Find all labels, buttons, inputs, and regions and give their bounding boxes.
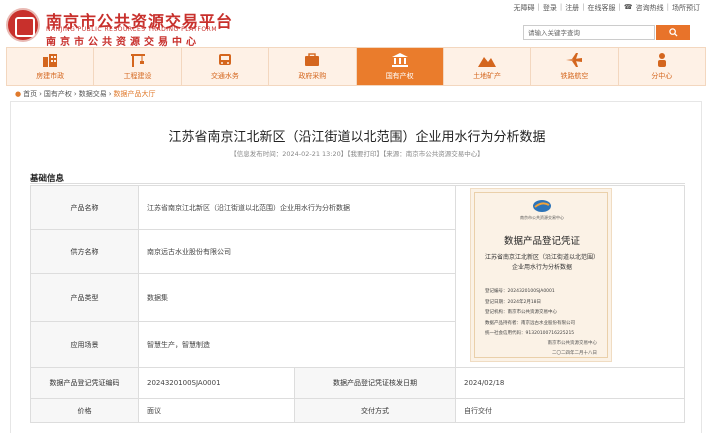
certificate-product-name: 江苏省南京江北新区（沿江街道以北范围）企业用水行为分析数据 bbox=[484, 254, 599, 271]
nav-item-state-property[interactable]: 国有产权 bbox=[356, 48, 444, 85]
construction-icon bbox=[129, 53, 147, 68]
person-icon bbox=[653, 53, 671, 68]
nav-label: 铁路航空 bbox=[560, 71, 589, 80]
certificate-logo-icon bbox=[533, 200, 551, 212]
nav-label: 工程建设 bbox=[123, 71, 152, 80]
nav-label: 交通水务 bbox=[210, 71, 239, 80]
value-scenario: 智慧生产，智慧制造 bbox=[138, 321, 456, 368]
label-supplier: 供方名称 bbox=[30, 229, 139, 274]
label-product-type: 产品类型 bbox=[30, 273, 139, 322]
certificate-line: 登记日期：2024年2月18日 bbox=[485, 299, 542, 305]
nav-item-housing[interactable]: 房建市政 bbox=[7, 48, 95, 85]
value-delivery: 自行交付 bbox=[455, 398, 685, 423]
label-reg-code: 数据产品登记凭证编码 bbox=[30, 367, 139, 399]
section-divider bbox=[30, 183, 685, 184]
value-reg-date: 2024/02/18 bbox=[455, 367, 685, 399]
label-price: 价格 bbox=[30, 398, 139, 423]
nav-label: 政府采购 bbox=[298, 71, 327, 80]
nav-item-procurement[interactable]: 政府采购 bbox=[269, 48, 357, 85]
bus-icon bbox=[216, 53, 234, 68]
publish-meta: 【信息发布时间：2024-02-21 13:20】【我要打印】【来源：南京市公共… bbox=[230, 150, 484, 158]
certificate-org: 南京市公共资源交易中心 bbox=[520, 215, 564, 220]
top-link-register[interactable]: 注册 bbox=[565, 3, 579, 13]
procurement-icon bbox=[303, 53, 321, 68]
location-pin-icon: ● bbox=[15, 90, 22, 98]
certificate-line: 登记编号：2024320100SJA0001 bbox=[485, 289, 555, 294]
certificate-line: 数据产品持有者：南京远古水业股份有限公司 bbox=[485, 320, 575, 326]
top-link-venue[interactable]: 场所预订 bbox=[672, 3, 700, 13]
nav-label: 国有产权 bbox=[385, 71, 414, 80]
nav-label: 房建市政 bbox=[36, 71, 65, 80]
label-product-name: 产品名称 bbox=[30, 185, 139, 230]
breadcrumb-home[interactable]: 首页 bbox=[23, 89, 37, 99]
certificate-details: 登记编号：2024320100SJA0001 登记日期：2024年2月18日 登… bbox=[485, 287, 603, 340]
product-detail-panel: 江苏省南京江北新区（沿江街道以北范围）企业用水行为分析数据 【信息发布时间：20… bbox=[10, 101, 702, 433]
top-link-accessibility[interactable]: 无障碍 bbox=[513, 3, 534, 13]
page-title: 江苏省南京江北新区（沿江街道以北范围）企业用水行为分析数据 bbox=[168, 130, 546, 145]
site-header: 南京市公共资源交易平台 NANJING PUBLIC RESOURCES TRA… bbox=[0, 0, 712, 48]
nav-item-rail-aviation[interactable]: 铁路航空 bbox=[531, 48, 619, 85]
breadcrumb-state-property[interactable]: 国有产权 bbox=[44, 89, 72, 99]
logo-emblem-icon[interactable] bbox=[6, 8, 40, 42]
top-link-login[interactable]: 登录 bbox=[543, 3, 557, 13]
certificate-title: 数据产品登记凭证 bbox=[503, 236, 580, 247]
top-link-service[interactable]: 在线客服 bbox=[588, 3, 616, 13]
certificate-line: 统一社会信用代码：91320100716225215 bbox=[485, 331, 575, 336]
top-links: 无障碍 | 登录 | 注册 | 在线客服 | ☎ 咨询热线 | 场所预订 bbox=[513, 3, 700, 13]
breadcrumb: ● 首页 › 国有产权 › 数据交易 › 数据产品大厅 bbox=[15, 89, 156, 99]
value-reg-code: 2024320100SJA0001 bbox=[138, 367, 295, 399]
registration-certificate[interactable]: 南京市公共资源交易中心 数据产品登记凭证 江苏省南京江北新区（沿江街道以北范围）… bbox=[470, 188, 612, 362]
value-product-name: 江苏省南京江北新区（沿江街道以北范围）企业用水行为分析数据 bbox=[138, 185, 456, 230]
nav-item-engineering[interactable]: 工程建设 bbox=[94, 48, 182, 85]
label-reg-date: 数据产品登记凭证核发日期 bbox=[294, 367, 456, 399]
search-button[interactable] bbox=[656, 25, 690, 40]
breadcrumb-data-trading[interactable]: 数据交易 bbox=[79, 89, 107, 99]
nav-item-land-minerals[interactable]: 土地矿产 bbox=[444, 48, 532, 85]
plane-icon bbox=[565, 53, 583, 68]
logo-english: NANJING PUBLIC RESOURCES TRADING PLATFOR… bbox=[46, 26, 218, 33]
nav-label: 分中心 bbox=[651, 71, 673, 80]
label-scenario: 应用场景 bbox=[30, 321, 139, 368]
main-nav: 房建市政 工程建设 交通水务 政府采购 国有产权 土地矿产 铁路航空 分中心 bbox=[6, 47, 706, 86]
logo-subtitle: 南京市公共资源交易中心 bbox=[46, 37, 200, 48]
top-link-hotline[interactable]: 咨询热线 bbox=[636, 3, 664, 13]
certificate-date: 二〇二四年二月十八日 bbox=[552, 351, 597, 356]
value-price: 面议 bbox=[138, 398, 295, 423]
certificate-line: 登记机构：南京市公共资源交易中心 bbox=[485, 310, 557, 315]
building-icon bbox=[41, 53, 59, 68]
bank-icon bbox=[391, 53, 409, 68]
nav-item-branch[interactable]: 分中心 bbox=[619, 48, 705, 85]
breadcrumb-current: 数据产品大厅 bbox=[113, 90, 156, 98]
value-supplier: 南京远古水业股份有限公司 bbox=[138, 229, 456, 274]
nav-label: 土地矿产 bbox=[473, 71, 502, 80]
value-product-type: 数据集 bbox=[138, 273, 456, 322]
certificate-issuer: 南京市公共资源交易中心 bbox=[547, 341, 598, 346]
phone-icon: ☎ bbox=[623, 3, 633, 11]
search-icon bbox=[668, 28, 678, 37]
nav-item-transport[interactable]: 交通水务 bbox=[182, 48, 270, 85]
search-input[interactable]: 请输入关键字查询 bbox=[523, 25, 655, 40]
label-delivery: 交付方式 bbox=[294, 398, 456, 423]
mountain-icon bbox=[478, 53, 497, 68]
